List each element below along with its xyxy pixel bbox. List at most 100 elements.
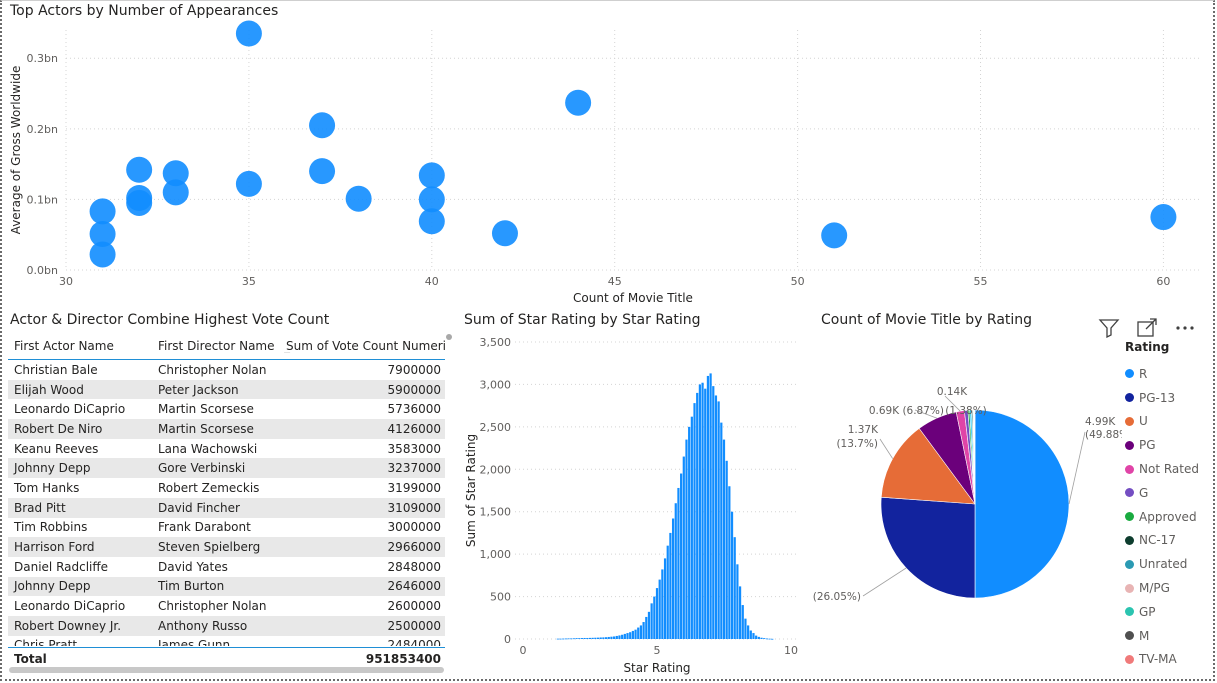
scatter-point[interactable]: [418, 208, 445, 235]
histogram-bar[interactable]: [567, 638, 570, 640]
scatter-point[interactable]: [162, 179, 189, 206]
histogram-bar[interactable]: [741, 605, 744, 639]
histogram-bar[interactable]: [733, 537, 736, 639]
histogram-bar[interactable]: [736, 564, 739, 639]
histogram-bar[interactable]: [634, 629, 637, 639]
histogram-bar[interactable]: [583, 637, 586, 639]
legend-item[interactable]: Not Rated: [1125, 457, 1199, 481]
histogram-bar[interactable]: [586, 637, 589, 639]
histogram-bar[interactable]: [704, 388, 707, 639]
legend-item[interactable]: NC-17: [1125, 529, 1199, 553]
histogram-bar[interactable]: [607, 636, 610, 639]
histogram-bar[interactable]: [688, 426, 691, 639]
scatter-point[interactable]: [1150, 204, 1177, 231]
histogram-bar[interactable]: [596, 637, 600, 639]
legend-item[interactable]: PG: [1125, 433, 1199, 457]
vote-count-table[interactable]: First Actor Name First Director Name Sum…: [8, 332, 445, 646]
scatter-point[interactable]: [309, 112, 336, 139]
histogram-bar[interactable]: [701, 382, 704, 639]
histogram-bar[interactable]: [730, 511, 734, 639]
histogram-bar[interactable]: [623, 633, 626, 639]
scatter-point[interactable]: [126, 156, 153, 183]
histogram-bar[interactable]: [744, 618, 747, 639]
scatter-point[interactable]: [89, 198, 116, 225]
histogram-bar[interactable]: [631, 630, 634, 639]
table-row[interactable]: Robert Downey Jr. Anthony Russo 2500000: [8, 615, 445, 636]
histogram-bar[interactable]: [559, 638, 562, 640]
histogram-bar[interactable]: [738, 586, 742, 639]
histogram-bar[interactable]: [771, 638, 774, 640]
histogram-bar[interactable]: [642, 622, 645, 639]
histogram-chart[interactable]: 0 500 1,000 1,500 2,000 2,500 3,000 3,500 0 5 10 St…: [455, 330, 810, 680]
histogram-bar[interactable]: [725, 460, 728, 639]
column-header-vote-count[interactable]: Sum of Vote Count Numeric ▼: [280, 339, 445, 353]
histogram-bar[interactable]: [690, 416, 693, 639]
table-vertical-scrollbar[interactable]: [446, 334, 452, 340]
scatter-point[interactable]: [821, 222, 848, 249]
legend-item[interactable]: M/PG: [1125, 576, 1199, 600]
histogram-bar[interactable]: [680, 473, 683, 639]
table-row[interactable]: Daniel Radcliffe David Yates 2848000: [8, 557, 445, 577]
histogram-bar[interactable]: [618, 635, 621, 639]
histogram-bar[interactable]: [663, 558, 667, 639]
table-row[interactable]: Leonardo DiCaprio Martin Scorsese 5736000: [8, 399, 445, 419]
histogram-bar[interactable]: [749, 630, 752, 639]
histogram-bar[interactable]: [682, 456, 685, 639]
pie-slice[interactable]: [880, 496, 976, 599]
histogram-bar[interactable]: [615, 635, 618, 639]
histogram-bar[interactable]: [599, 637, 602, 639]
legend-item[interactable]: R: [1125, 362, 1199, 386]
histogram-bar[interactable]: [621, 634, 624, 639]
legend-item[interactable]: U: [1125, 410, 1199, 434]
legend-item[interactable]: PG-13: [1125, 386, 1199, 410]
column-header-director[interactable]: First Director Name: [152, 339, 280, 353]
histogram-bar[interactable]: [671, 518, 675, 639]
scatter-point[interactable]: [565, 89, 592, 116]
histogram-bar[interactable]: [655, 588, 659, 639]
table-row[interactable]: Chris Pratt James Gunn 2484000: [8, 636, 445, 646]
legend-item[interactable]: TV-MA: [1125, 648, 1199, 672]
histogram-bar[interactable]: [696, 392, 699, 639]
scatter-point[interactable]: [89, 241, 116, 268]
histogram-bar[interactable]: [650, 603, 653, 639]
scatter-point[interactable]: [345, 185, 372, 212]
histogram-bar[interactable]: [728, 486, 731, 639]
histogram-bar[interactable]: [572, 638, 576, 640]
table-row[interactable]: Johnny Depp Tim Burton 2646000: [8, 576, 445, 597]
histogram-bar[interactable]: [626, 633, 629, 639]
histogram-bar[interactable]: [693, 403, 696, 639]
column-header-actor[interactable]: First Actor Name: [8, 339, 152, 353]
histogram-bar[interactable]: [752, 633, 755, 639]
histogram-bar[interactable]: [580, 638, 584, 639]
scatter-point[interactable]: [235, 170, 262, 197]
histogram-bar[interactable]: [570, 638, 573, 640]
scatter-point[interactable]: [235, 20, 262, 47]
table-row[interactable]: Tom Hanks Robert Zemeckis 3199000: [8, 478, 445, 498]
table-row[interactable]: Elijah Wood Peter Jackson 5900000: [8, 379, 445, 400]
legend-item[interactable]: Unrated: [1125, 552, 1199, 576]
table-row[interactable]: Brad Pitt David Fincher 3109000: [8, 497, 445, 518]
histogram-bar[interactable]: [722, 439, 726, 639]
scatter-point[interactable]: [309, 158, 336, 185]
histogram-bar[interactable]: [588, 637, 592, 639]
histogram-bar[interactable]: [763, 638, 766, 639]
legend-item[interactable]: Approved: [1125, 505, 1199, 529]
histogram-bar[interactable]: [661, 569, 664, 639]
pie-chart[interactable]: 4.99K(49.88%) 2.61K (26.05%) 1.37K (13.7%) 0…: [812, 330, 1122, 680]
scatter-point[interactable]: [491, 220, 518, 247]
scatter-point[interactable]: [126, 189, 153, 216]
scatter-chart[interactable]: 30 35 40 45 50 55 60 0.0bn 0.1bn 0.2bn 0.3bn Count …: [0, 20, 1210, 310]
histogram-bar[interactable]: [637, 627, 640, 639]
histogram-bar[interactable]: [717, 401, 720, 639]
histogram-bar[interactable]: [666, 545, 669, 639]
histogram-bar[interactable]: [591, 637, 594, 639]
table-horizontal-scrollbar[interactable]: [9, 667, 444, 673]
table-row[interactable]: Christian Bale Christopher Nolan 7900000: [8, 360, 445, 380]
histogram-bar[interactable]: [575, 638, 578, 639]
histogram-bar[interactable]: [647, 611, 651, 639]
histogram-bar[interactable]: [677, 487, 680, 639]
histogram-bar[interactable]: [653, 596, 656, 639]
table-row[interactable]: Johnny Depp Gore Verbinski 3237000: [8, 458, 445, 479]
scatter-point[interactable]: [418, 162, 445, 189]
histogram-bar[interactable]: [755, 635, 758, 639]
